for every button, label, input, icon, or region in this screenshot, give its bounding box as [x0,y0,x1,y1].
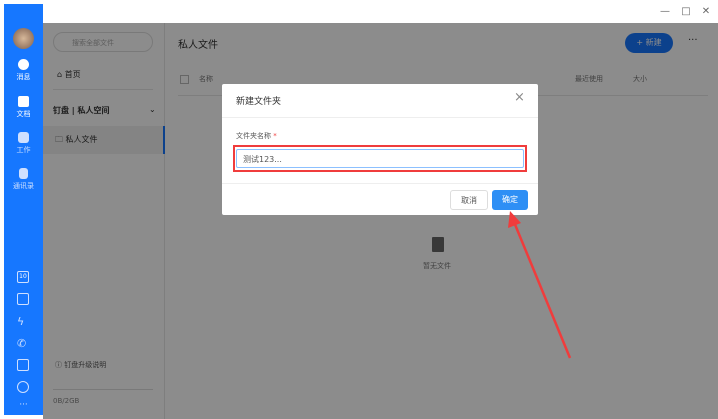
arrow-shaft [512,221,572,359]
arrow-head [508,211,521,228]
annotation-arrow [508,211,572,359]
